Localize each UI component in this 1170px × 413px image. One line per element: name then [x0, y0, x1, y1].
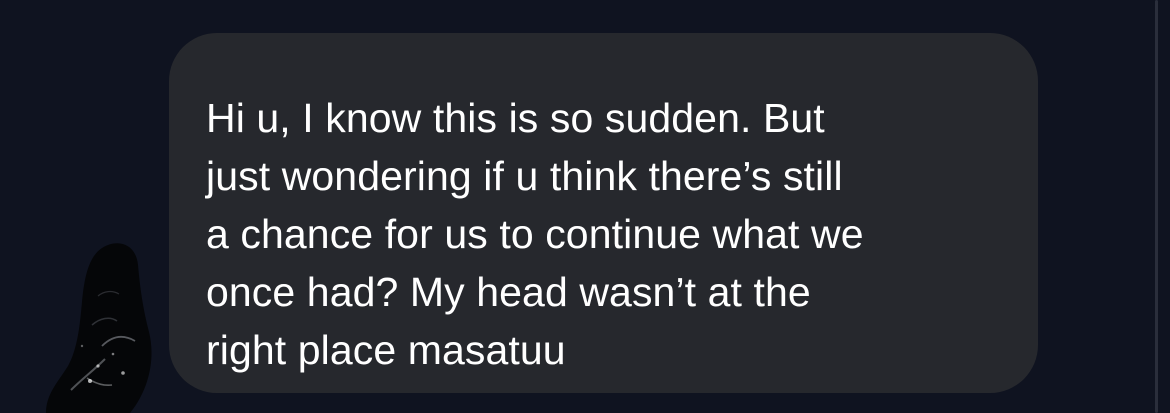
- avatar-icon: [46, 243, 152, 413]
- incoming-message-bubble[interactable]: Hi u, I know this is so sudden. But just…: [169, 33, 1038, 393]
- message-text: Hi u, I know this is so sudden. But just…: [206, 95, 864, 373]
- avatar[interactable]: [40, 230, 170, 413]
- scrollbar[interactable]: [1155, 0, 1158, 413]
- chat-area: Hi u, I know this is so sudden. But just…: [0, 0, 1170, 413]
